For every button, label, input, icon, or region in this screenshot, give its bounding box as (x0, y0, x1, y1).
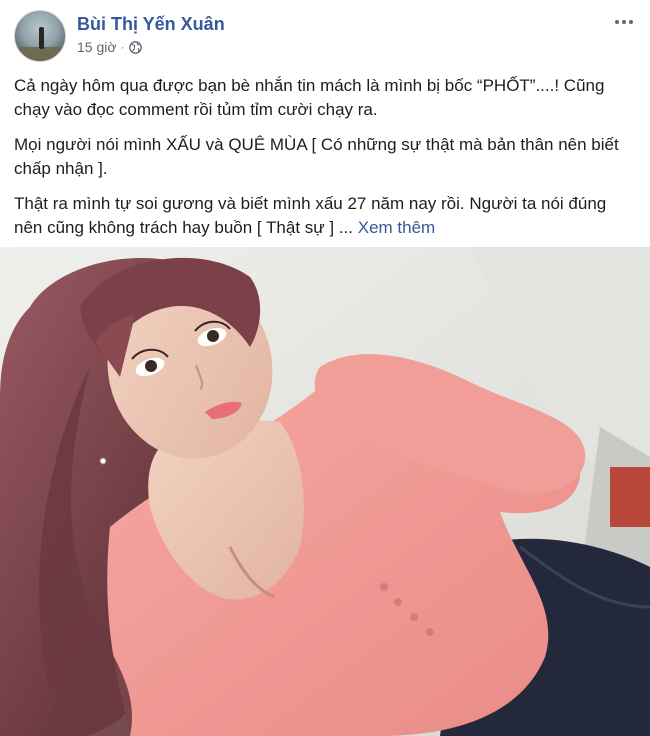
author-name[interactable]: Bùi Thị Yến Xuân (77, 14, 225, 35)
post-header: Bùi Thị Yến Xuân 15 giờ · (0, 0, 650, 64)
meta-separator: · (120, 40, 125, 54)
post-paragraph-2: Mọi người nói mình XẤU và QUÊ MÙA [ Có n… (14, 135, 619, 178)
more-options-icon[interactable] (612, 12, 636, 32)
post-paragraph-1: Cả ngày hôm qua được bạn bè nhắn tin mác… (14, 76, 605, 119)
see-more-link[interactable]: Xem thêm (358, 218, 435, 237)
globe-icon[interactable] (128, 40, 142, 54)
post-paragraph-3-text: Thật ra mình tự soi gương và biết mình x… (14, 194, 607, 237)
post-timestamp[interactable]: 15 giờ (77, 39, 117, 55)
avatar[interactable] (14, 10, 66, 62)
post-paragraph-3: Thật ra mình tự soi gương và biết mình x… (14, 192, 636, 240)
post-meta: 15 giờ · (77, 39, 142, 55)
post-photo[interactable] (0, 247, 650, 736)
post-text: Cả ngày hôm qua được bạn bè nhắn tin mác… (14, 74, 636, 251)
